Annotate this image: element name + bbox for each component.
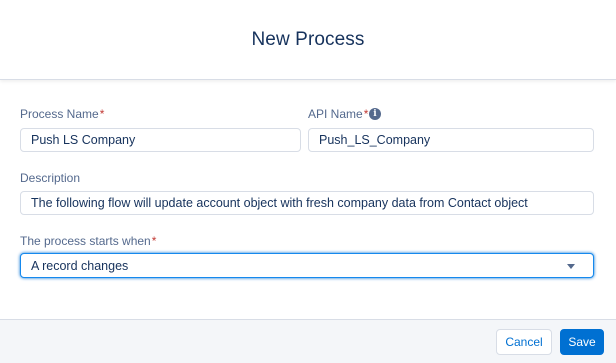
new-process-modal: New Process Process Name* Push LS Compan… xyxy=(0,0,616,363)
modal-title: New Process xyxy=(251,28,365,50)
api-name-value: Push_LS_Company xyxy=(319,133,431,147)
process-name-label-text: Process Name xyxy=(20,107,99,121)
description-label: Description xyxy=(20,171,81,185)
description-value: The following flow will update account o… xyxy=(31,196,528,210)
description-input[interactable]: The following flow will update account o… xyxy=(20,191,594,215)
required-asterisk: * xyxy=(99,107,105,121)
chevron-down-icon xyxy=(567,264,575,269)
starts-when-value: A record changes xyxy=(31,258,129,273)
required-asterisk: * xyxy=(151,234,157,248)
starts-when-label: The process starts when* xyxy=(20,234,156,248)
required-asterisk: * xyxy=(363,107,369,121)
info-icon[interactable]: i xyxy=(369,108,381,120)
starts-when-label-text: The process starts when xyxy=(20,234,151,248)
save-button[interactable]: Save xyxy=(560,329,604,355)
api-name-input[interactable]: Push_LS_Company xyxy=(308,128,594,152)
modal-header: New Process xyxy=(0,0,616,80)
process-name-value: Push LS Company xyxy=(31,133,136,147)
process-name-label: Process Name* xyxy=(20,107,104,121)
process-name-input[interactable]: Push LS Company xyxy=(20,128,301,152)
api-name-label-text: API Name xyxy=(308,107,363,121)
api-name-label: API Name* xyxy=(308,107,368,121)
cancel-button[interactable]: Cancel xyxy=(496,329,552,355)
modal-footer: Cancel Save xyxy=(0,319,616,363)
starts-when-select[interactable]: A record changes xyxy=(20,253,594,278)
